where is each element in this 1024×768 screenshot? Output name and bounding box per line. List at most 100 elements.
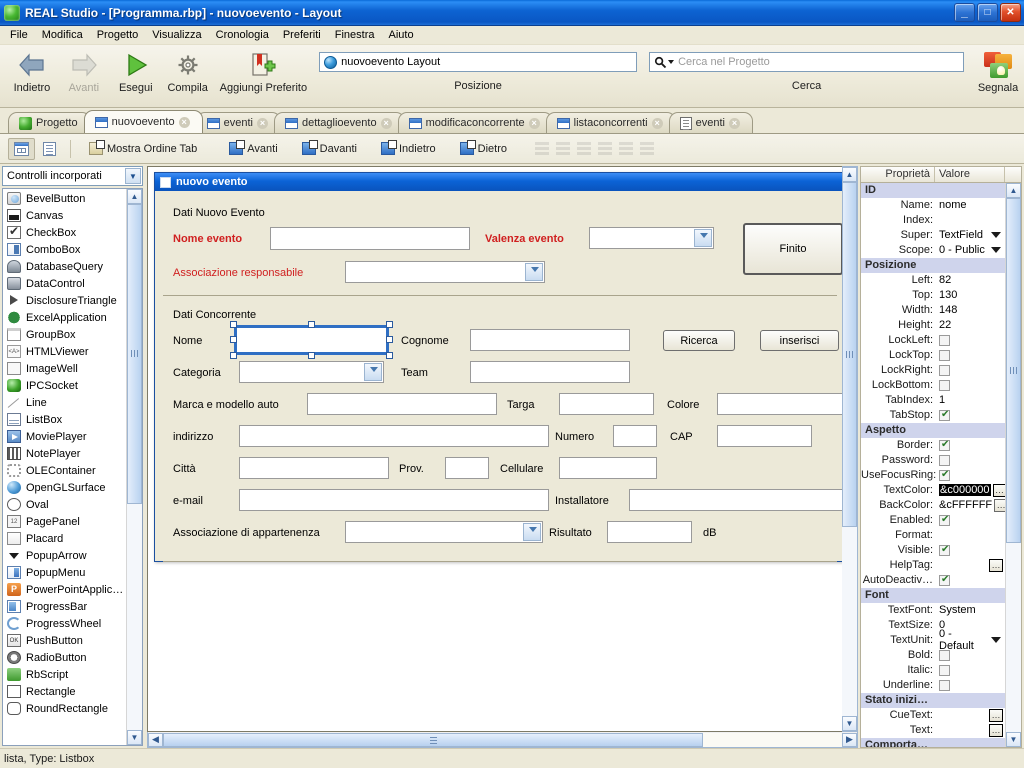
selected-control-nome[interactable] bbox=[230, 321, 393, 359]
button-ricerca[interactable]: Ricerca bbox=[663, 330, 735, 351]
chevron-down-icon[interactable]: ▼ bbox=[125, 168, 141, 184]
control-list-item[interactable]: GroupBox bbox=[3, 326, 126, 343]
control-list-item[interactable]: 12 PagePanel bbox=[3, 513, 126, 530]
align-left-icon[interactable] bbox=[535, 142, 550, 155]
input-risultato[interactable] bbox=[607, 521, 692, 543]
editor-button[interactable]: … bbox=[989, 708, 1003, 722]
control-list-item[interactable]: P PowerPointApplic… bbox=[3, 581, 126, 598]
control-list-item[interactable]: RoundRectangle bbox=[3, 700, 126, 717]
editor-button[interactable]: … bbox=[989, 558, 1003, 572]
checkbox-icon[interactable] bbox=[939, 544, 950, 556]
canvas-vscrollbar[interactable]: ▲ ▼ bbox=[842, 166, 858, 732]
property-row[interactable]: TextFont: System bbox=[861, 603, 1005, 618]
checkbox-icon[interactable] bbox=[939, 454, 950, 466]
tab-eventi-code[interactable]: eventi × bbox=[668, 112, 753, 133]
control-list-item[interactable]: MoviePlayer bbox=[3, 428, 126, 445]
menu-cronologia[interactable]: Cronologia bbox=[209, 27, 276, 43]
property-row[interactable]: Super: TextField bbox=[861, 228, 1005, 243]
tab-dettaglioevento[interactable]: dettaglioevento × bbox=[273, 112, 405, 133]
input-nome[interactable] bbox=[234, 325, 389, 355]
control-list-item[interactable]: CheckBox bbox=[3, 224, 126, 241]
chevron-down-icon[interactable] bbox=[991, 637, 1001, 644]
bring-forward-button[interactable]: Avanti bbox=[223, 138, 283, 160]
control-list-item[interactable]: Oval bbox=[3, 496, 126, 513]
canvas-scroll-down-icon[interactable]: ▼ bbox=[842, 716, 857, 731]
combo-valenza-evento[interactable] bbox=[589, 227, 714, 249]
size-icon[interactable] bbox=[640, 142, 655, 155]
resize-handle-sw[interactable] bbox=[230, 352, 237, 359]
property-value[interactable]: &c000000… bbox=[937, 483, 1005, 497]
resize-handle-s[interactable] bbox=[308, 352, 315, 359]
property-value[interactable] bbox=[937, 514, 1005, 526]
show-tab-order-button[interactable]: Mostra Ordine Tab bbox=[83, 138, 203, 160]
control-list-item[interactable]: DataControl bbox=[3, 275, 126, 292]
tab-listaconcorrenti[interactable]: listaconcorrenti × bbox=[545, 112, 676, 133]
distribute-v-icon[interactable] bbox=[619, 142, 634, 155]
property-value[interactable] bbox=[937, 409, 1005, 421]
menu-preferiti[interactable]: Preferiti bbox=[276, 27, 328, 43]
control-list-item[interactable]: Canvas bbox=[3, 207, 126, 224]
toolbar-add-favorite-button[interactable]: Aggiungi Preferito bbox=[220, 45, 307, 94]
property-row[interactable]: Format: bbox=[861, 528, 1005, 543]
tab-modificaconcorrente[interactable]: modificaconcorrente × bbox=[397, 112, 553, 133]
control-list-item[interactable]: OLEContainer bbox=[3, 462, 126, 479]
combo-categoria[interactable] bbox=[239, 361, 384, 383]
checkbox-icon[interactable] bbox=[939, 574, 950, 586]
control-list-item[interactable]: IPCSocket bbox=[3, 377, 126, 394]
editor-button[interactable]: … bbox=[989, 723, 1003, 737]
property-row[interactable]: LockBottom: bbox=[861, 378, 1005, 393]
property-row[interactable]: Italic: bbox=[861, 663, 1005, 678]
property-value[interactable]: &cFFFFFF… bbox=[937, 498, 1005, 512]
control-list-item[interactable]: ProgressWheel bbox=[3, 615, 126, 632]
resize-handle-e[interactable] bbox=[386, 336, 393, 343]
input-cognome[interactable] bbox=[470, 329, 630, 351]
controls-list[interactable]: BevelButton Canvas CheckBox ComboBox Databas… bbox=[2, 188, 143, 746]
control-list-item[interactable]: ListBox bbox=[3, 411, 126, 428]
property-value[interactable]: 130 bbox=[937, 289, 1005, 301]
tab-close-icon[interactable]: × bbox=[651, 117, 663, 129]
toolbar-run-button[interactable]: Esegui bbox=[110, 45, 162, 94]
align-center-icon[interactable] bbox=[556, 142, 571, 155]
menu-file[interactable]: File bbox=[3, 27, 35, 43]
properties-scrollbar[interactable]: ▲ ▼ bbox=[1005, 182, 1021, 747]
chevron-down-icon[interactable] bbox=[991, 232, 1001, 239]
tab-close-icon[interactable]: × bbox=[380, 117, 392, 129]
checkbox-icon[interactable] bbox=[939, 364, 950, 376]
property-row[interactable]: Bold: bbox=[861, 648, 1005, 663]
checkbox-icon[interactable] bbox=[939, 409, 950, 421]
property-row[interactable]: TabIndex: 1 bbox=[861, 393, 1005, 408]
toolbar-back-button[interactable]: Indietro bbox=[6, 45, 58, 94]
combo-associazione-responsabile[interactable] bbox=[345, 261, 545, 283]
property-value[interactable] bbox=[937, 469, 1005, 481]
tab-close-icon[interactable]: × bbox=[256, 117, 268, 129]
property-value[interactable]: … bbox=[937, 723, 1005, 737]
property-value[interactable]: TextField bbox=[937, 229, 1005, 241]
control-list-item[interactable]: ProgressBar bbox=[3, 598, 126, 615]
scroll-thumb[interactable] bbox=[127, 204, 142, 504]
control-list-item[interactable]: BevelButton bbox=[3, 190, 126, 207]
toolbar-report-button[interactable]: Segnala bbox=[972, 45, 1024, 94]
input-nome-evento[interactable] bbox=[270, 227, 470, 250]
property-value[interactable] bbox=[937, 349, 1005, 361]
property-value[interactable]: 22 bbox=[937, 319, 1005, 331]
checkbox-icon[interactable] bbox=[939, 514, 950, 526]
control-list-item[interactable]: Rectangle bbox=[3, 683, 126, 700]
property-row[interactable]: Width: 148 bbox=[861, 303, 1005, 318]
resize-handle-nw[interactable] bbox=[230, 321, 237, 328]
input-targa[interactable] bbox=[559, 393, 654, 415]
property-value[interactable] bbox=[937, 544, 1005, 556]
maximize-button[interactable]: □ bbox=[977, 3, 998, 22]
scroll-track[interactable] bbox=[127, 204, 142, 730]
properties-body[interactable]: ID Name: nome Index: Super: TextField Scope: 0 … bbox=[860, 181, 1022, 748]
property-row[interactable]: Enabled: bbox=[861, 513, 1005, 528]
checkbox-icon[interactable] bbox=[939, 664, 950, 676]
property-row[interactable]: Visible: bbox=[861, 543, 1005, 558]
checkbox-icon[interactable] bbox=[939, 649, 950, 661]
control-list-item[interactable]: PopupMenu bbox=[3, 564, 126, 581]
tab-close-icon[interactable]: × bbox=[728, 117, 740, 129]
minimize-button[interactable]: _ bbox=[954, 3, 975, 22]
distribute-h-icon[interactable] bbox=[598, 142, 613, 155]
checkbox-icon[interactable] bbox=[939, 469, 950, 481]
resize-handle-se[interactable] bbox=[386, 352, 393, 359]
send-back-button[interactable]: Dietro bbox=[454, 138, 513, 160]
